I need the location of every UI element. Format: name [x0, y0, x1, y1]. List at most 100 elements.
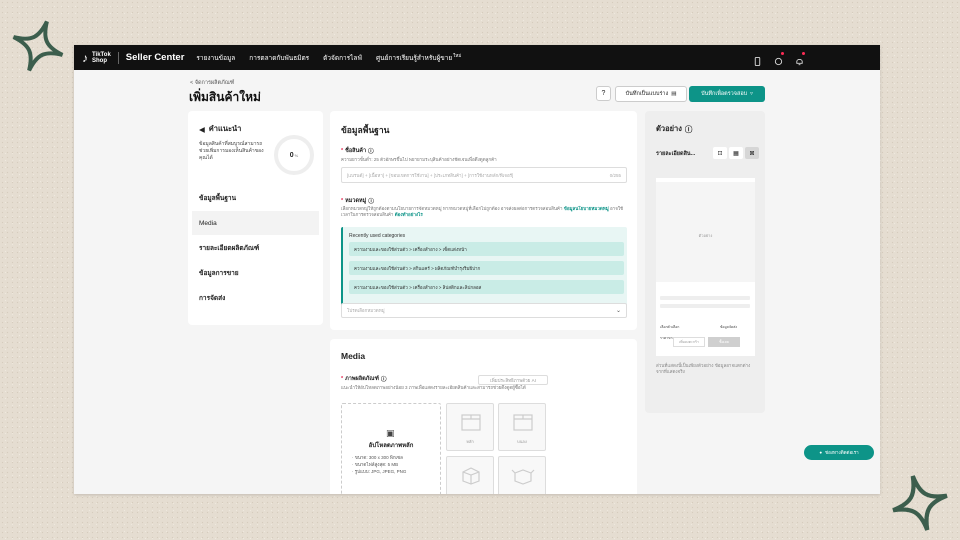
tiktok-icon: ♪ — [82, 50, 88, 65]
nav-data-reports[interactable]: รายงานข้อมูล — [196, 53, 235, 63]
guide-item-product-details[interactable]: รายละเอียดผลิตภัณฑ์ — [192, 236, 319, 260]
basic-info-title: ข้อมูลพื้นฐาน — [341, 125, 390, 135]
contact-us-label: ช่องทางติดต่อเรา — [825, 450, 859, 455]
guide-item-media[interactable]: Media — [192, 211, 319, 235]
product-name-placeholder: [แบรนด์] + [เนื้อหา] + [ขอบเขตการใช้งาน]… — [347, 172, 514, 178]
brand-title: Seller Center — [125, 52, 185, 63]
preview-mode-toggle: ⊡ ▦ ⊠ — [713, 147, 759, 159]
breadcrumb[interactable]: < จัดการผลิตภัณฑ์ — [190, 79, 234, 87]
notification-dot — [781, 52, 784, 55]
refresh-icon[interactable] — [774, 52, 784, 66]
category-hint-text: เลือกหมวดหมู่ให้ถูกต้องตามนโยบายการจัดหม… — [341, 206, 563, 211]
sparkle-top-left-icon — [12, 20, 64, 72]
submit-review-button[interactable]: บันทึกเพื่อตรวจสอบ ▿ — [689, 86, 765, 102]
required-mark: * — [341, 376, 344, 382]
category-select-placeholder: โปรดเลือกหมวดหมู่ — [347, 308, 385, 313]
recent-category-item[interactable]: ความงามและของใช้ส่วนตัว > สกินแคร์ > ผลิ… — [349, 261, 624, 275]
logo-line2: Shop — [92, 57, 107, 64]
product-name-label: ชื่อสินค้า — [345, 148, 367, 154]
preview-note: ส่วนที่แสดงนี้เป็นเพียงตัวอย่าง ข้อมูลอา… — [656, 363, 751, 374]
recent-category-item[interactable]: ความงามและของใช้ส่วนตัว > เครื่องสำอาง >… — [349, 242, 624, 256]
nav-learning-center[interactable]: ศูนย์การเรียนรู้สำหรับผู้ขายใหม่ — [376, 53, 461, 63]
box-icon — [513, 414, 533, 431]
progress-unit: % — [294, 152, 299, 158]
draft-icon: ▤ — [671, 91, 677, 97]
progress-ring: 0% — [274, 135, 314, 175]
help-icon: ? — [601, 90, 606, 97]
image-slot-open[interactable] — [498, 456, 546, 494]
preview-add-to-cart: เพิ่มลงตะกร้า — [673, 337, 705, 347]
image-slot-front[interactable]: หลัก — [446, 403, 494, 451]
nav-learning-center-label: ศูนย์การเรียนรู้สำหรับผู้ขาย — [376, 54, 453, 62]
image-slot-top[interactable]: บนลง — [498, 403, 546, 451]
recent-categories-title: Recently used categories — [349, 233, 406, 239]
upload-main-image-box[interactable]: ▣ อัปโหลดภาพหลัก · ขนาด: 300 x 300 พิกเซ… — [341, 403, 441, 494]
info-icon: ⓘ — [368, 199, 374, 205]
product-images-label: ภาพผลิตภัณฑ์ — [345, 376, 379, 382]
preview-title: ตัวอย่าง — [656, 124, 682, 133]
preview-image-label: ตัวอย่าง — [698, 233, 713, 238]
how-to-link[interactable]: ต้องทำอย่างไร — [395, 212, 423, 217]
spec-size: · ขนาด: 300 x 300 พิกเซล — [352, 455, 403, 460]
guide-title: คำแนะนำ — [208, 124, 242, 133]
preview-text-bar — [660, 304, 750, 308]
guide-item-sales-info[interactable]: ข้อมูลการขาย — [192, 261, 319, 285]
spec-filesize: · ขนาดไฟล์สูงสุด: 5 MB — [352, 462, 399, 467]
required-mark: * — [341, 198, 344, 204]
ai-optimize-label: เพิ่มประสิทธิภาพด้วย AI — [490, 377, 536, 383]
preview-text-bar — [660, 296, 750, 300]
media-title: Media — [341, 351, 366, 361]
save-draft-label: บันทึกเป็นแบบร่าง — [625, 91, 669, 97]
main-nav: รายงานข้อมูล การตลาดกับพันธมิตร ตัวจัดกา… — [196, 53, 461, 63]
megaphone-icon: ◀ — [199, 124, 205, 134]
info-icon: ⓘ — [368, 149, 374, 155]
chevron-down-icon: ⌄ — [615, 308, 621, 314]
media-panel: Media * ภาพผลิตภัณฑ์ ⓘ เพิ่มประสิทธิภาพด้ว… — [330, 339, 637, 494]
top-navigation-bar: ♪ TikTok Shop Seller Center รายงานข้อมูล… — [74, 45, 880, 70]
upload-specs: · ขนาด: 300 x 300 พิกเซล · ขนาดไฟล์สูงสุ… — [352, 454, 406, 475]
recent-categories: Recently used categories ความงามและของใช… — [341, 227, 627, 307]
guide-item-shipping[interactable]: การจัดส่ง — [192, 286, 319, 310]
nav-live-manager[interactable]: ตัวจัดการไลฟ์ — [323, 53, 362, 63]
guide-item-basic-info[interactable]: ข้อมูลพื้นฐาน — [192, 186, 319, 210]
preview-option-label: เลือกตัวเลือก — [660, 325, 680, 329]
category-hint: เลือกหมวดหมู่ให้ถูกต้องตามนโยบายการจัดหม… — [341, 206, 627, 218]
recent-category-item[interactable]: ความงามและของใช้ส่วนตัว > เครื่องสำอาง >… — [349, 280, 624, 294]
new-badge: ใหม่ — [453, 52, 462, 58]
bag-icon[interactable]: ⊡ — [713, 147, 727, 159]
progress-value: 0 — [289, 151, 294, 159]
save-draft-button[interactable]: บันทึกเป็นแบบร่าง ▤ — [615, 86, 687, 102]
product-name-input[interactable]: [แบรนด์] + [เนื้อหา] + [ขอบเขตการใช้งาน]… — [341, 167, 627, 183]
info-icon: ⓘ — [684, 124, 693, 134]
category-select[interactable]: โปรดเลือกหมวดหมู่ ⌄ — [341, 303, 627, 318]
seller-center-window: ♪ TikTok Shop Seller Center รายงานข้อมูล… — [74, 45, 880, 494]
store-icon[interactable]: ▦ — [729, 147, 743, 159]
box-3d-icon — [462, 467, 480, 485]
help-button[interactable]: ? — [596, 86, 611, 101]
preview-mockup: ตัวอย่าง เลือกตัวเลือก ข้อมูลจัดส่ง ราคา… — [656, 178, 755, 356]
bell-icon[interactable] — [795, 52, 805, 66]
ai-optimize-button[interactable]: เพิ่มประสิทธิภาพด้วย AI — [478, 375, 548, 385]
required-mark: * — [341, 148, 344, 154]
contact-us-button[interactable]: ● ช่องทางติดต่อเรา — [804, 445, 874, 460]
mobile-icon[interactable] — [753, 53, 762, 66]
spec-format: · รูปแบบ: JPG, JPEG, PNG — [352, 469, 407, 474]
info-icon: ⓘ — [380, 377, 387, 383]
logo-divider — [117, 51, 119, 64]
search-detail-icon[interactable]: ⊠ — [745, 147, 759, 159]
image-upload-icon: ▣ — [386, 428, 395, 438]
preview-image-placeholder: ตัวอย่าง — [656, 182, 755, 282]
submit-label: บันทึกเพื่อตรวจสอบ — [701, 91, 748, 97]
nav-affiliate-marketing[interactable]: การตลาดกับพันธมิตร — [249, 53, 309, 63]
top-icon-group — [753, 52, 805, 66]
chevron-down-icon: ▿ — [750, 91, 753, 97]
bell-notification-dot — [802, 52, 805, 55]
guide-panel: ◀ คำแนะนำ ข้อมูลสินค้าที่สมบูรณ์สามารถช่ว… — [188, 111, 323, 325]
sparkle-bottom-right-icon — [892, 475, 948, 531]
category-policy-link[interactable]: ข้อมูลนโยบายหมวดหมู่ — [564, 206, 609, 211]
image-slot-label: บนลง — [517, 439, 527, 444]
preview-subtitle: รายละเอียดสิน... — [656, 151, 696, 157]
tiktok-shop-logo[interactable]: ♪ TikTok Shop — [82, 51, 111, 65]
page-title: เพิ่มสินค้าใหม่ — [189, 90, 261, 104]
image-slot-side[interactable] — [446, 456, 494, 494]
